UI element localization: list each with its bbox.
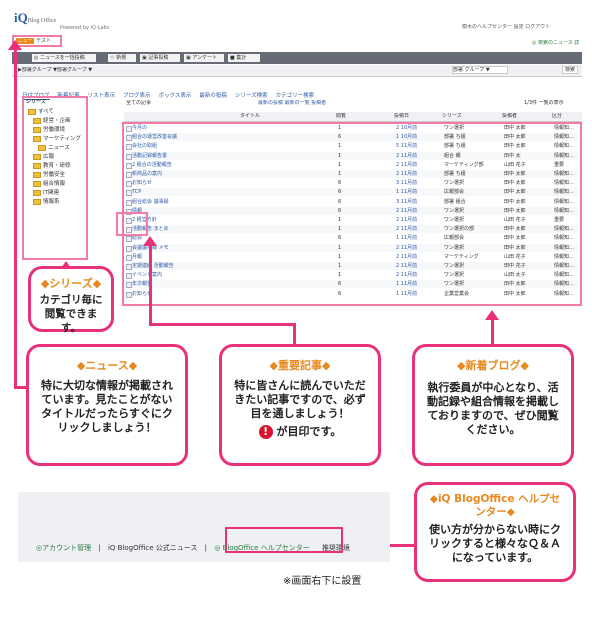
placement-note: ※画面右下に設置 xyxy=(283,576,362,587)
important-arrow-head xyxy=(143,236,157,246)
important-callout-text: 特に皆さんに読んでいただきたい記事ですので、必ず目を通しましょう！ xyxy=(234,379,366,420)
filter-bar: ▶部署グループ ▼部署グループ ▼ 部署 グループ ▼ 検索 xyxy=(12,65,582,77)
important-callout-title: ◆重要記事◆ xyxy=(269,359,331,372)
important-arrow-line xyxy=(149,245,152,325)
important-arrow-line xyxy=(149,323,295,326)
toolbar-btn-4[interactable]: ▣ アンケート xyxy=(184,54,224,62)
col-type[interactable]: 区分 xyxy=(552,113,562,120)
toolbar-btn-1[interactable]: ◎ ニュースを一括投稿 xyxy=(32,54,96,62)
view-tabs: 日付ブログ 新着記事 リスト表示 ブログ表示 ボックス表示 最新の投稿 シリーズ検索 カテゴリ… xyxy=(22,82,322,100)
main-toolbar: ◎ ニュースを一括投稿 ☆ 新規 ▣ 記事投稿 ▣ アンケート ■ 集計 xyxy=(12,52,582,64)
group-filter[interactable]: ▶部署グループ ▼部署グループ ▼ xyxy=(18,67,92,74)
news-callout-title: ◆ニュース◆ xyxy=(76,359,138,372)
header-links[interactable]: 樹木のヘルプセンター 設定 ログアウト xyxy=(462,24,550,31)
col-views[interactable]: 閲覧 xyxy=(336,113,346,120)
help-callout: ◆iQ BlogOffice ヘルプセンター◆ 使い方が分からない時にクリックす… xyxy=(414,482,576,582)
important-highlight-box xyxy=(116,212,148,236)
toolbar-btn-5[interactable]: ■ 集計 xyxy=(228,54,260,62)
official-news-link[interactable]: iQ BlogOffice 公式ニュース xyxy=(108,544,197,552)
tab-7[interactable]: シリーズ検索 xyxy=(235,91,268,99)
tab-3[interactable]: リスト表示 xyxy=(88,91,116,99)
newblog-highlight-box xyxy=(122,122,582,306)
series-callout-title: ◆シリーズ◆ xyxy=(40,277,102,290)
col-author[interactable]: 投稿者 xyxy=(502,113,517,120)
important-mark-text: が目印です。 xyxy=(276,425,342,438)
news-arrow-head xyxy=(8,40,22,50)
toolbar-btn-3[interactable]: ▣ 記事投稿 xyxy=(140,54,180,62)
group-select[interactable]: 部署 グループ ▼ xyxy=(452,66,508,74)
help-highlight-box xyxy=(225,527,343,553)
series-highlight-box xyxy=(22,96,88,260)
table-sort-links[interactable]: 最新の投稿 最新の一覧 投稿者 xyxy=(258,100,326,107)
col-date[interactable]: 投稿日 xyxy=(394,113,409,120)
toolbar-btn-2[interactable]: ☆ 新規 xyxy=(108,54,136,62)
tab-8[interactable]: カテゴリー検索 xyxy=(276,91,315,99)
newblog-callout-title: ◆新着ブログ◆ xyxy=(457,359,529,372)
news-arrow-line xyxy=(14,48,17,388)
help-callout-text: 使い方が分からない時にクリックすると様々なＱ＆Ａになっています。 xyxy=(429,523,561,564)
series-callout: ◆シリーズ◆ カテゴリ毎に閲覧できます。 xyxy=(28,266,114,334)
important-mark-line: ! が目印です。 xyxy=(232,425,368,439)
search-button[interactable]: 検索 xyxy=(562,66,578,74)
newblog-arrow-line xyxy=(491,318,494,344)
table-header: タイトル 閲覧 投稿日 シリーズ 投稿者 区分 xyxy=(124,112,582,122)
account-link[interactable]: ◎アカウント管理 xyxy=(36,544,91,552)
powered-by: Powered by iQ-Labs xyxy=(60,25,110,31)
tab-6[interactable]: 最新の投稿 xyxy=(199,91,227,99)
news-callout: ◆ニュース◆ 特に大切な情報が掲載されています。見たことがないタイトルだったらす… xyxy=(26,344,188,466)
newblog-callout: ◆新着ブログ◆ 執行委員が中心となり、活動記録や組合情報を掲載しておりますので、… xyxy=(412,344,574,466)
news-callout-text: 特に大切な情報が掲載されています。見たことがないタイトルだったらすぐにクリックし… xyxy=(41,379,173,434)
col-title[interactable]: タイトル xyxy=(240,113,260,120)
table-caption: 全ての記事 xyxy=(126,100,152,106)
important-callout: ◆重要記事◆ 特に皆さんに読んでいただきたい記事ですので、必ず目を通しましょう！… xyxy=(219,344,381,466)
exclamation-icon: ! xyxy=(258,425,273,439)
pagination-info[interactable]: 1/3件 一覧の表示 xyxy=(524,100,564,107)
series-callout-text: カテゴリ毎に閲覧できます。 xyxy=(39,294,103,334)
header-news-link[interactable]: ◎ 検索のニュース 詳 xyxy=(532,40,579,47)
newblog-arrow-head xyxy=(485,310,499,320)
newblog-callout-text: 執行委員が中心となり、活動記録や組合情報を掲載しておりますので、ぜひ閲覧ください… xyxy=(427,381,559,436)
tab-4[interactable]: ブログ表示 xyxy=(123,91,151,99)
col-series[interactable]: シリーズ xyxy=(442,113,462,120)
tab-5[interactable]: ボックス表示 xyxy=(159,91,192,99)
app-logo[interactable]: iQBlog Office xyxy=(14,10,56,26)
help-callout-title: ◆iQ BlogOffice ヘルプセンター◆ xyxy=(429,493,561,518)
